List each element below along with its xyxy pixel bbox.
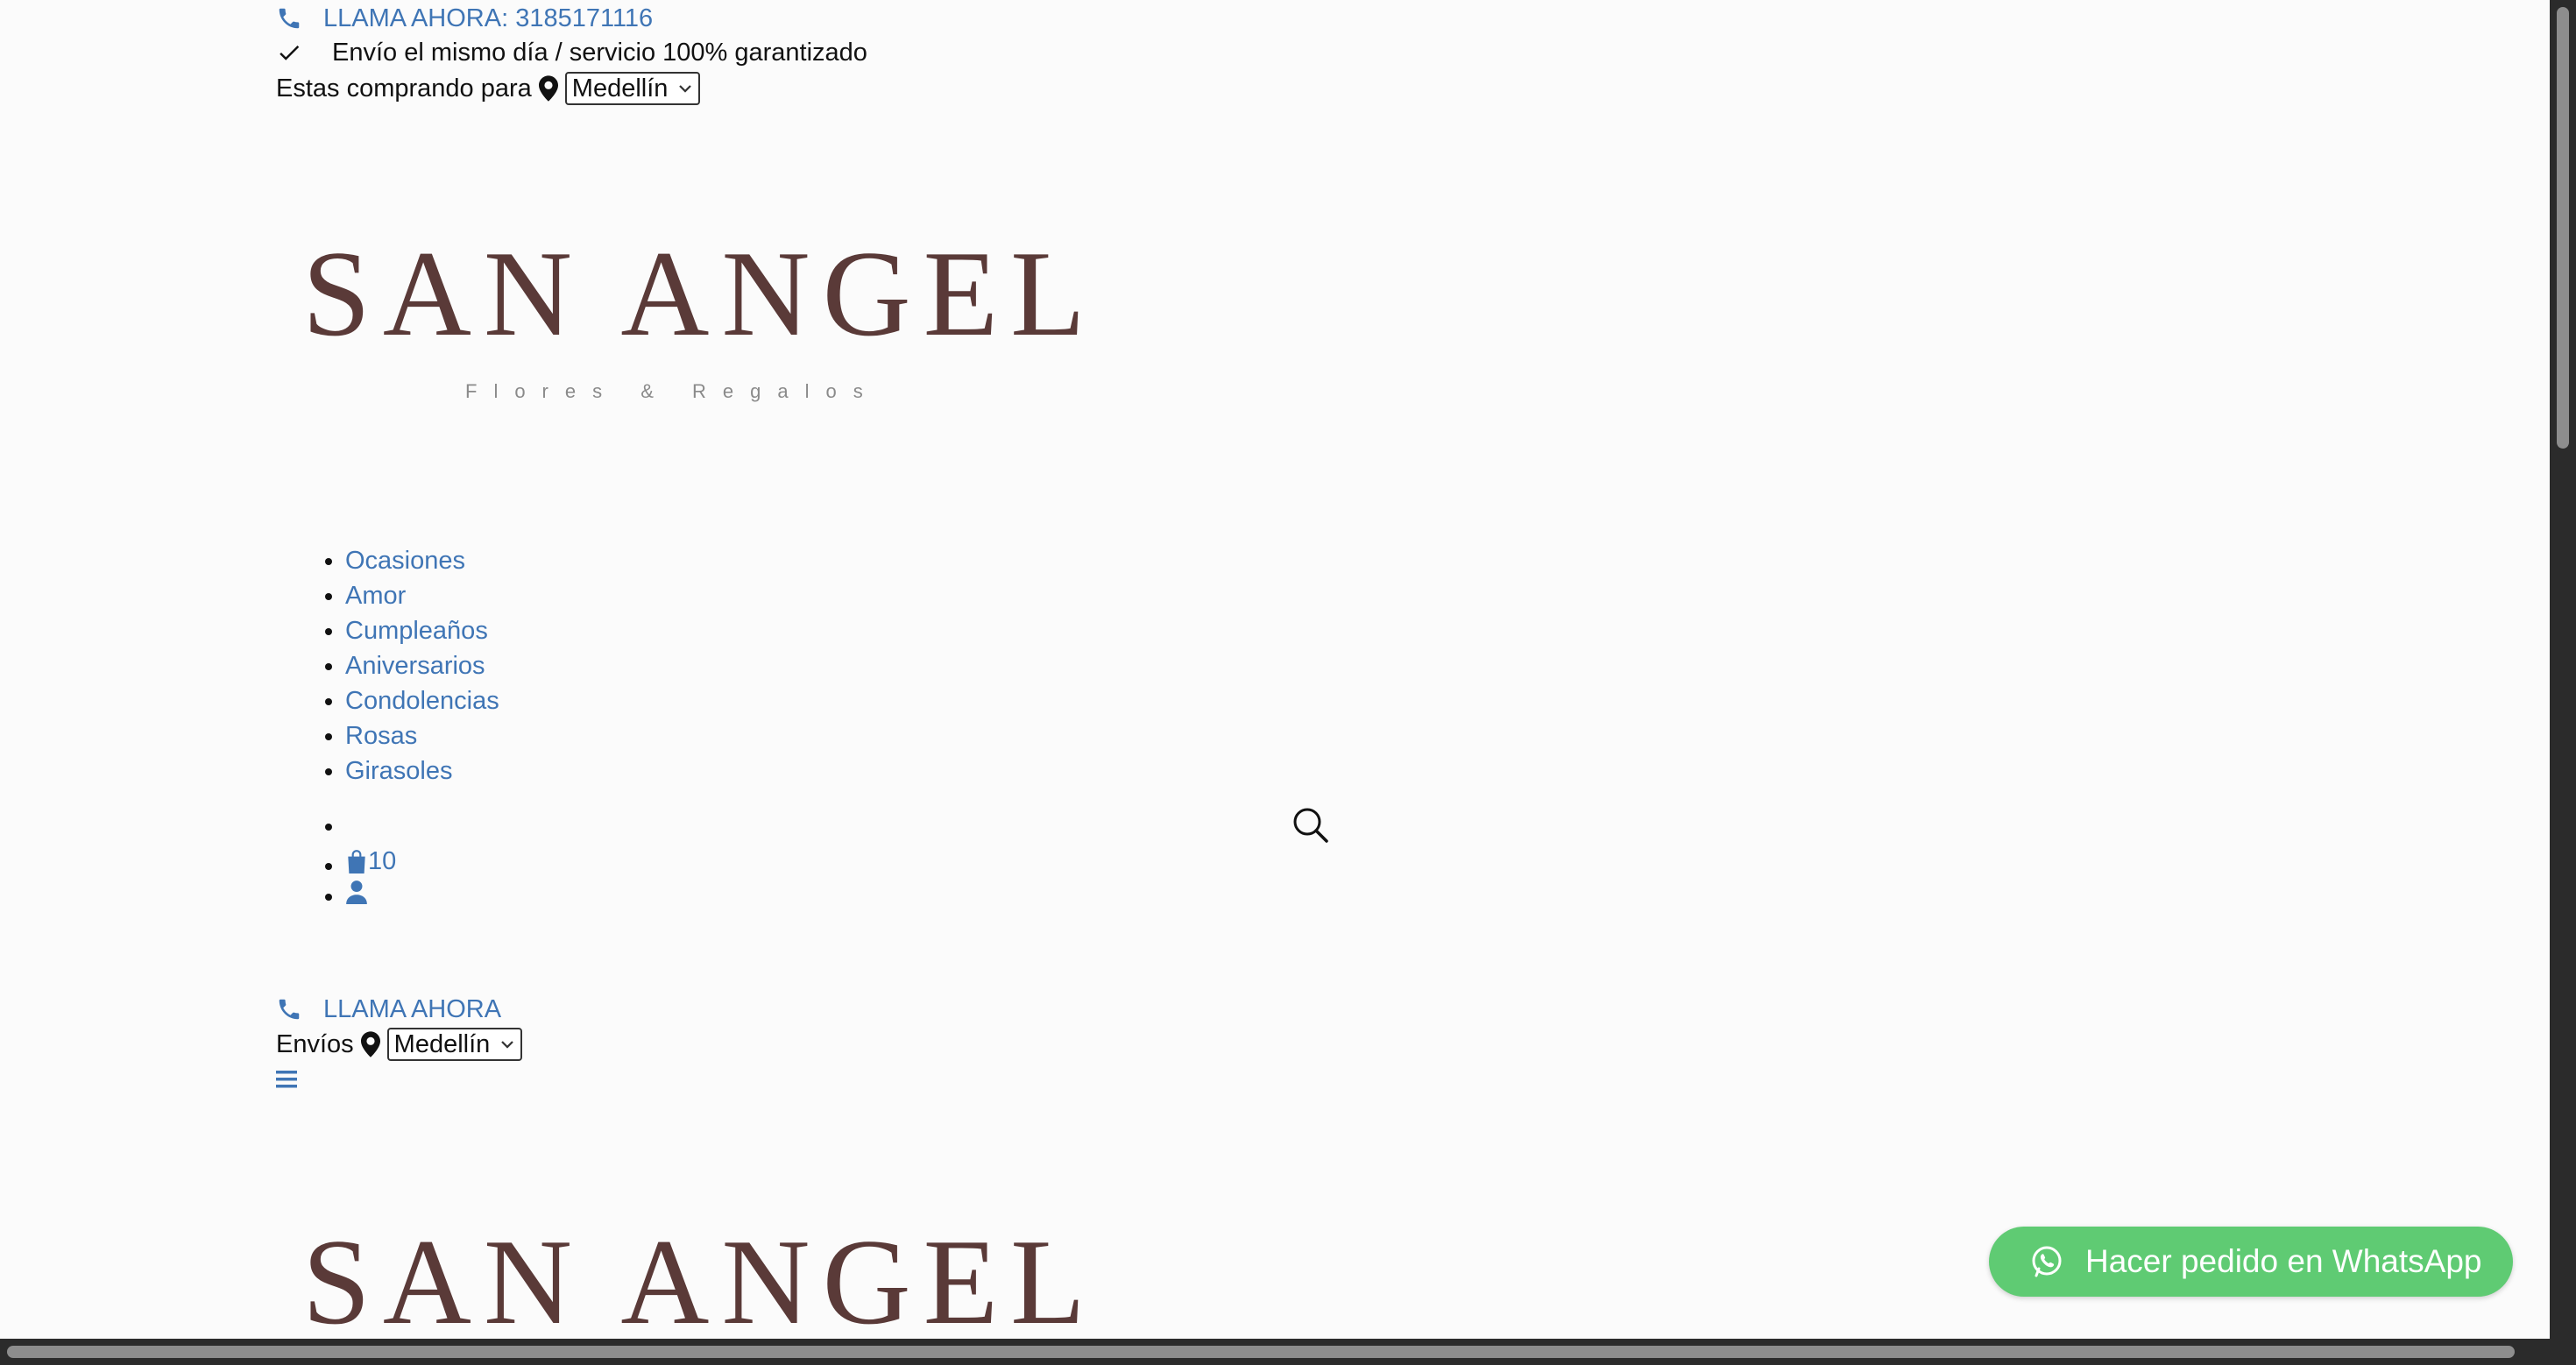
logo-tagline: Flores & Regalos [465, 380, 880, 402]
city-select[interactable]: Medellín [564, 72, 700, 105]
menu-link-rosas[interactable]: Rosas [345, 722, 417, 750]
search-item [345, 809, 396, 844]
phone-icon [279, 8, 300, 29]
vertical-scrollbar[interactable] [2550, 0, 2576, 1339]
menu-item: Girasoles [345, 753, 499, 789]
city-select-wrapper: Medellín [564, 72, 700, 105]
mobile-menu-toggle[interactable] [276, 1065, 297, 1093]
phone-icon [279, 999, 300, 1020]
shipping-note: Envío el mismo día / servicio 100% garan… [276, 36, 867, 69]
menu-item: Rosas [345, 718, 499, 753]
menu-item: Ocasiones [345, 543, 499, 578]
mobile-shipping-label: Envíos [276, 1029, 354, 1058]
whatsapp-order-label: Hacer pedido en WhatsApp [2085, 1243, 2482, 1279]
menu-link-amor[interactable]: Amor [345, 582, 406, 610]
menu-link-cumpleanos[interactable]: Cumpleaños [345, 617, 488, 645]
call-now-label: LLAMA AHORA: 3185171116 [323, 4, 654, 32]
map-marker-icon [538, 75, 558, 102]
buying-for-label: Estas comprando para [276, 74, 532, 103]
cart-item: 10 [345, 844, 396, 879]
site-logo[interactable]: SAN ANGEL Flores & Regalos [302, 233, 1098, 403]
vertical-scrollbar-thumb[interactable] [2557, 7, 2569, 449]
whatsapp-icon [2032, 1246, 2062, 1277]
cart-link[interactable]: 10 [345, 844, 396, 879]
mobile-logo-wordmark: SAN ANGEL [302, 1214, 1098, 1340]
shopping-bag-icon [348, 850, 365, 873]
menu-link-condolencias[interactable]: Condolencias [345, 687, 499, 715]
page: LLAMA AHORA: 3185171116 Envío el mismo d… [0, 0, 2550, 1339]
mobile-site-logo[interactable]: SAN ANGEL [302, 1214, 1098, 1340]
mobile-call-label: LLAMA AHORA [323, 994, 502, 1023]
search-icon [1293, 808, 1328, 843]
whatsapp-order-button[interactable]: Hacer pedido en WhatsApp [1989, 1227, 2513, 1297]
menu-item: Aniversarios [345, 648, 499, 683]
account-item [345, 879, 396, 914]
buying-for: Estas comprando para Medellín [276, 71, 700, 106]
account-link[interactable] [345, 880, 368, 904]
mobile-city-select[interactable]: Medellín [386, 1028, 522, 1061]
search-button[interactable] [1292, 806, 1330, 849]
shipping-note-text: Envío el mismo día / servicio 100% garan… [332, 38, 867, 67]
user-icon [346, 881, 367, 904]
call-now-link[interactable]: LLAMA AHORA: 3185171116 [276, 2, 653, 35]
main-menu: Ocasiones Amor Cumpleaños Aniversarios C… [276, 543, 499, 789]
check-icon [280, 46, 300, 60]
map-marker-icon [360, 1031, 380, 1057]
horizontal-scrollbar-thumb[interactable] [7, 1346, 2515, 1358]
cart-count: 10 [368, 847, 397, 875]
horizontal-scrollbar[interactable] [0, 1339, 2576, 1365]
menu-item: Cumpleaños [345, 613, 499, 648]
menu-item: Condolencias [345, 683, 499, 718]
menu-link-aniversarios[interactable]: Aniversarios [345, 652, 485, 680]
mobile-call-link[interactable]: LLAMA AHORA [276, 993, 501, 1026]
menu-link-ocasiones[interactable]: Ocasiones [345, 547, 465, 575]
menu-item: Amor [345, 578, 499, 613]
header-icons: 10 [276, 809, 396, 914]
mobile-shipping: Envíos Medellín [276, 1027, 522, 1062]
menu-link-girasoles[interactable]: Girasoles [345, 757, 453, 785]
hamburger-icon [276, 1071, 297, 1088]
mobile-city-select-wrapper: Medellín [386, 1028, 522, 1061]
logo-wordmark: SAN ANGEL [302, 226, 1098, 362]
